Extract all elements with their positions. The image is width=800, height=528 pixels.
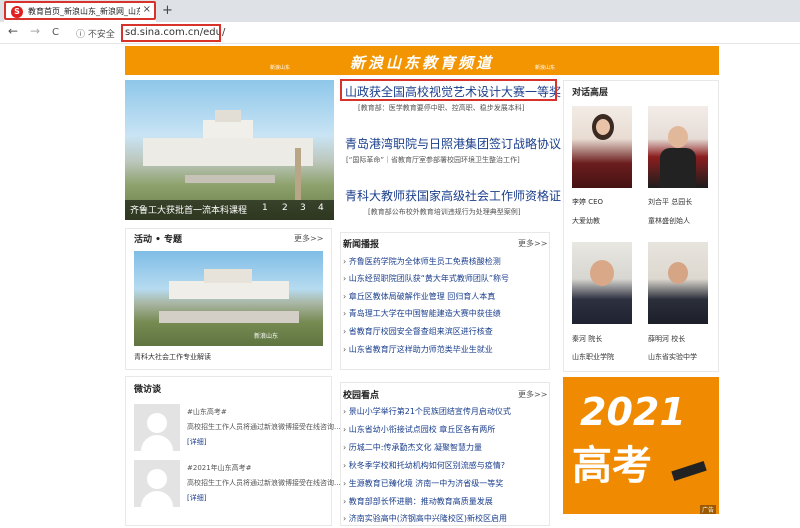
browser-toolbar [0, 22, 800, 44]
person-2-name[interactable]: 刘合平 总园长 [648, 197, 692, 207]
campus-title: 校园看点 [343, 391, 380, 401]
person-1-name[interactable]: 李婷 CEO [572, 197, 603, 207]
portrait-image[interactable] [572, 106, 632, 188]
campus-more-link[interactable]: 更多>> [518, 389, 547, 400]
banner-title: 新浪山东教育频道 [349, 54, 494, 72]
microtalk-tag-2[interactable]: #2021年山东高考# [187, 463, 252, 473]
headline-3-sub[interactable]: [教育部公布校外教育培训违规行为处理典型案例] [368, 207, 520, 217]
security-label: 不安全 [87, 30, 115, 40]
avatar [134, 404, 180, 451]
headline-3[interactable]: 青科大教师获国家高级社会工作师资格证 [345, 187, 561, 204]
avatar [134, 460, 180, 507]
carousel-caption[interactable]: 齐鲁工大获批首一流本科课程 [130, 203, 247, 216]
carousel-page-3[interactable]: 3 [300, 203, 306, 213]
new-tab-icon[interactable]: + [162, 3, 173, 18]
carousel-page-4[interactable]: 4 [318, 203, 324, 213]
security-indicator[interactable]: ⓘ 不安全 [76, 27, 115, 40]
campus-item-7[interactable]: 济南实验高中(济钢高中兴隆校区)新校区启用 [343, 513, 507, 524]
ad-text: 高考 [572, 443, 652, 489]
reload-icon[interactable]: C [52, 27, 59, 38]
address-highlight-box [121, 24, 221, 42]
carousel-page-1[interactable]: 1 [262, 203, 268, 213]
headline-2[interactable]: 青岛港湾职院与日照港集团签订战略协议 [345, 135, 561, 152]
headline-1-sub[interactable]: [教育部：医学教育要停中职、控高职、稳步发展本科] [358, 103, 524, 113]
news-item-3[interactable]: 章丘区教体局破解作业管理 回归育人本真 [343, 291, 496, 302]
person-4-name[interactable]: 薛明河 校长 [648, 334, 685, 344]
activity-title: 活动 • 专题 [134, 235, 183, 245]
campus-item-5[interactable]: 生源教育已臻化境 济南一中为济省级一等奖 [343, 478, 504, 489]
news-item-6[interactable]: 山东省教育厅这样助力师范类毕业生就业 [343, 344, 493, 355]
activity-caption[interactable]: 青科大社会工作专业解读 [134, 352, 211, 362]
microtalk-link-1[interactable]: [详细] [187, 437, 206, 447]
microtalk-text-2: 高校招生工作人员将通过新浪微博接受在线咨询... [187, 479, 341, 487]
person-4-org[interactable]: 山东省实验中学 [648, 352, 697, 362]
headline-2-sub[interactable]: [“国际革命”｜省教育厅室参部署校园环境卫生整治工作] [346, 155, 520, 165]
carousel-page-2[interactable]: 2 [282, 203, 288, 213]
news-item-2[interactable]: 山东经贸职院团队获“黄大年式教师团队”称号 [343, 273, 509, 284]
back-icon[interactable]: ← [8, 24, 18, 38]
microtalk-link-2[interactable]: [详细] [187, 493, 206, 503]
portrait-image[interactable] [648, 242, 708, 324]
portrait-image[interactable] [648, 106, 708, 188]
carousel-image[interactable] [125, 80, 334, 220]
news-item-1[interactable]: 齐鲁医药学院为全体师生员工免费核酸检测 [343, 256, 501, 267]
news-item-5[interactable]: 省教育厅校园安全督查组来滨区进行核查 [343, 326, 493, 337]
campus-item-6[interactable]: 教育部部长怀进鹏：推动教育高质量发展 [343, 496, 493, 507]
tab-highlight-box [4, 1, 156, 20]
banner-logo-right: 新浪山东 [535, 65, 556, 71]
person-2-org[interactable]: 童林盛创始人 [648, 216, 690, 226]
activity-more-link[interactable]: 更多>> [294, 233, 323, 244]
campus-item-2[interactable]: 山东省幼小衔接试点园校 章丘区各有两所 [343, 424, 496, 435]
activity-image[interactable]: 新浪山东 [134, 251, 323, 346]
ad-year: 2021 [580, 390, 686, 434]
person-1-org[interactable]: 大爱幼教 [572, 216, 600, 226]
microtalk-text-1: 高校招生工作人员将通过新浪微博接受在线咨询... [187, 423, 341, 431]
campus-item-3[interactable]: 历城二中:传承勤杰文化 凝聚智慧力量 [343, 442, 482, 453]
news-item-4[interactable]: 青岛理工大学在中国智能建造大赛中获佳绩 [343, 308, 501, 319]
forward-icon[interactable]: → [30, 24, 40, 38]
microtalk-title: 微访谈 [134, 385, 162, 395]
portrait-image[interactable] [572, 242, 632, 324]
news-more-link[interactable]: 更多>> [518, 238, 547, 249]
channel-banner[interactable]: 新浪山东教育频道 新浪山东 新浪山东 [125, 46, 719, 75]
microtalk-tag-1[interactable]: #山东高考# [187, 407, 227, 417]
dialogue-title: 对话高层 [572, 88, 609, 98]
news-title: 新闻播报 [343, 240, 380, 250]
banner-logo-left: 新浪山东 [270, 65, 291, 71]
campus-item-4[interactable]: 秋冬季学校和托幼机构如何区别流感与疫情? [343, 460, 505, 471]
person-3-name[interactable]: 秦河 院长 [572, 334, 602, 344]
info-icon: ⓘ [76, 30, 86, 40]
headline-highlight-box [340, 79, 557, 101]
ad-label: 广告 [700, 505, 717, 514]
campus-item-1[interactable]: 景山小学举行第21个民族团结宣传月启动仪式 [343, 406, 511, 417]
person-3-org[interactable]: 山东职业学院 [572, 352, 614, 362]
